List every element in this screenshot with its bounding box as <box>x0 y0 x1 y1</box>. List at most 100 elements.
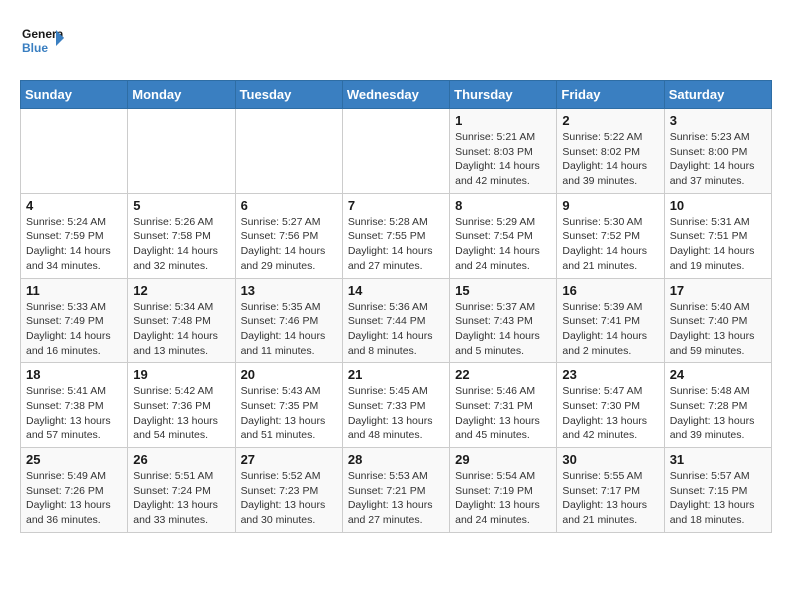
calendar-week-row: 4 Sunrise: 5:24 AMSunset: 7:59 PMDaylight… <box>21 193 772 278</box>
calendar-cell: 29 Sunrise: 5:54 AMSunset: 7:19 PMDayligh… <box>450 448 557 533</box>
day-number: 26 <box>133 452 229 467</box>
day-info: Sunrise: 5:43 AMSunset: 7:35 PMDaylight:… <box>241 384 337 443</box>
calendar-cell: 9Sunrise: 5:30 AMSunset: 7:52 PMDaylight… <box>557 193 664 278</box>
day-info: Sunrise: 5:31 AMSunset: 7:51 PMDaylight:… <box>670 215 766 274</box>
day-info: Sunrise: 5:22 AMSunset: 8:02 PMDaylight:… <box>562 130 658 189</box>
day-info: Sunrise: 5:35 AMSunset: 7:46 PMDaylight:… <box>241 300 337 359</box>
day-info: Sunrise: 5:49 AMSunset: 7:26 PMDaylight:… <box>26 469 122 528</box>
calendar-cell: 19Sunrise: 5:42 AMSunset: 7:36 PMDayligh… <box>128 363 235 448</box>
calendar-cell: 2 Sunrise: 5:22 AMSunset: 8:02 PMDaylight… <box>557 109 664 194</box>
day-number: 7 <box>348 198 444 213</box>
day-info: Sunrise: 5:26 AMSunset: 7:58 PMDaylight:… <box>133 215 229 274</box>
day-number: 20 <box>241 367 337 382</box>
calendar-cell: 15 Sunrise: 5:37 AMSunset: 7:43 PMDayligh… <box>450 278 557 363</box>
day-number: 1 <box>455 113 551 128</box>
day-info: Sunrise: 5:37 AMSunset: 7:43 PMDaylight:… <box>455 300 551 359</box>
day-info: Sunrise: 5:55 AMSunset: 7:17 PMDaylight:… <box>562 469 658 528</box>
calendar-cell: 21 Sunrise: 5:45 AMSunset: 7:33 PMDayligh… <box>342 363 449 448</box>
calendar-cell <box>235 109 342 194</box>
day-number: 23 <box>562 367 658 382</box>
day-number: 9 <box>562 198 658 213</box>
day-info: Sunrise: 5:51 AMSunset: 7:24 PMDaylight:… <box>133 469 229 528</box>
day-number: 6 <box>241 198 337 213</box>
calendar-cell: 3 Sunrise: 5:23 AMSunset: 8:00 PMDaylight… <box>664 109 771 194</box>
calendar-cell: 24 Sunrise: 5:48 AMSunset: 7:28 PMDayligh… <box>664 363 771 448</box>
calendar-cell: 25Sunrise: 5:49 AMSunset: 7:26 PMDayligh… <box>21 448 128 533</box>
day-number: 3 <box>670 113 766 128</box>
calendar-cell: 16Sunrise: 5:39 AMSunset: 7:41 PMDayligh… <box>557 278 664 363</box>
calendar-week-row: 11Sunrise: 5:33 AMSunset: 7:49 PMDayligh… <box>21 278 772 363</box>
day-info: Sunrise: 5:53 AMSunset: 7:21 PMDaylight:… <box>348 469 444 528</box>
calendar-cell <box>21 109 128 194</box>
calendar-cell: 22 Sunrise: 5:46 AMSunset: 7:31 PMDayligh… <box>450 363 557 448</box>
calendar-cell: 27 Sunrise: 5:52 AMSunset: 7:23 PMDayligh… <box>235 448 342 533</box>
calendar-cell: 12 Sunrise: 5:34 AMSunset: 7:48 PMDayligh… <box>128 278 235 363</box>
svg-text:Blue: Blue <box>22 41 48 55</box>
calendar-cell: 1 Sunrise: 5:21 AMSunset: 8:03 PMDaylight… <box>450 109 557 194</box>
calendar-body: 1 Sunrise: 5:21 AMSunset: 8:03 PMDaylight… <box>21 109 772 533</box>
calendar-cell: 5 Sunrise: 5:26 AMSunset: 7:58 PMDaylight… <box>128 193 235 278</box>
day-info: Sunrise: 5:48 AMSunset: 7:28 PMDaylight:… <box>670 384 766 443</box>
day-number: 17 <box>670 283 766 298</box>
calendar-cell: 30 Sunrise: 5:55 AMSunset: 7:17 PMDayligh… <box>557 448 664 533</box>
weekday-header-thursday: Thursday <box>450 81 557 109</box>
day-number: 5 <box>133 198 229 213</box>
day-info: Sunrise: 5:27 AMSunset: 7:56 PMDaylight:… <box>241 215 337 274</box>
calendar-cell: 8Sunrise: 5:29 AMSunset: 7:54 PMDaylight… <box>450 193 557 278</box>
logo: General Blue <box>20 20 64 64</box>
day-number: 29 <box>455 452 551 467</box>
calendar-cell: 11Sunrise: 5:33 AMSunset: 7:49 PMDayligh… <box>21 278 128 363</box>
day-info: Sunrise: 5:54 AMSunset: 7:19 PMDaylight:… <box>455 469 551 528</box>
calendar-cell: 20 Sunrise: 5:43 AMSunset: 7:35 PMDayligh… <box>235 363 342 448</box>
day-info: Sunrise: 5:47 AMSunset: 7:30 PMDaylight:… <box>562 384 658 443</box>
day-info: Sunrise: 5:24 AMSunset: 7:59 PMDaylight:… <box>26 215 122 274</box>
weekday-header-monday: Monday <box>128 81 235 109</box>
day-number: 31 <box>670 452 766 467</box>
calendar-cell: 18Sunrise: 5:41 AMSunset: 7:38 PMDayligh… <box>21 363 128 448</box>
day-number: 2 <box>562 113 658 128</box>
day-number: 22 <box>455 367 551 382</box>
calendar-cell: 23 Sunrise: 5:47 AMSunset: 7:30 PMDayligh… <box>557 363 664 448</box>
day-number: 4 <box>26 198 122 213</box>
day-number: 14 <box>348 283 444 298</box>
day-info: Sunrise: 5:52 AMSunset: 7:23 PMDaylight:… <box>241 469 337 528</box>
day-info: Sunrise: 5:34 AMSunset: 7:48 PMDaylight:… <box>133 300 229 359</box>
calendar-cell: 26 Sunrise: 5:51 AMSunset: 7:24 PMDayligh… <box>128 448 235 533</box>
weekday-header-row: SundayMondayTuesdayWednesdayThursdayFrid… <box>21 81 772 109</box>
day-number: 27 <box>241 452 337 467</box>
day-number: 28 <box>348 452 444 467</box>
day-number: 21 <box>348 367 444 382</box>
day-info: Sunrise: 5:23 AMSunset: 8:00 PMDaylight:… <box>670 130 766 189</box>
day-info: Sunrise: 5:45 AMSunset: 7:33 PMDaylight:… <box>348 384 444 443</box>
calendar-cell <box>128 109 235 194</box>
day-info: Sunrise: 5:28 AMSunset: 7:55 PMDaylight:… <box>348 215 444 274</box>
calendar-table: SundayMondayTuesdayWednesdayThursdayFrid… <box>20 80 772 533</box>
weekday-header-friday: Friday <box>557 81 664 109</box>
calendar-week-row: 1 Sunrise: 5:21 AMSunset: 8:03 PMDaylight… <box>21 109 772 194</box>
day-number: 13 <box>241 283 337 298</box>
calendar-cell: 31 Sunrise: 5:57 AMSunset: 7:15 PMDayligh… <box>664 448 771 533</box>
calendar-cell: 6 Sunrise: 5:27 AMSunset: 7:56 PMDaylight… <box>235 193 342 278</box>
calendar-week-row: 18Sunrise: 5:41 AMSunset: 7:38 PMDayligh… <box>21 363 772 448</box>
day-info: Sunrise: 5:46 AMSunset: 7:31 PMDaylight:… <box>455 384 551 443</box>
weekday-header-saturday: Saturday <box>664 81 771 109</box>
calendar-cell <box>342 109 449 194</box>
calendar-cell: 28 Sunrise: 5:53 AMSunset: 7:21 PMDayligh… <box>342 448 449 533</box>
weekday-header-sunday: Sunday <box>21 81 128 109</box>
day-info: Sunrise: 5:57 AMSunset: 7:15 PMDaylight:… <box>670 469 766 528</box>
day-info: Sunrise: 5:36 AMSunset: 7:44 PMDaylight:… <box>348 300 444 359</box>
day-number: 12 <box>133 283 229 298</box>
day-number: 19 <box>133 367 229 382</box>
logo-icon: General Blue <box>20 20 64 64</box>
day-info: Sunrise: 5:21 AMSunset: 8:03 PMDaylight:… <box>455 130 551 189</box>
calendar-week-row: 25Sunrise: 5:49 AMSunset: 7:26 PMDayligh… <box>21 448 772 533</box>
day-number: 15 <box>455 283 551 298</box>
day-number: 18 <box>26 367 122 382</box>
calendar-cell: 13 Sunrise: 5:35 AMSunset: 7:46 PMDayligh… <box>235 278 342 363</box>
calendar-cell: 17Sunrise: 5:40 AMSunset: 7:40 PMDayligh… <box>664 278 771 363</box>
calendar-cell: 7 Sunrise: 5:28 AMSunset: 7:55 PMDaylight… <box>342 193 449 278</box>
day-info: Sunrise: 5:29 AMSunset: 7:54 PMDaylight:… <box>455 215 551 274</box>
day-number: 30 <box>562 452 658 467</box>
day-number: 24 <box>670 367 766 382</box>
weekday-header-wednesday: Wednesday <box>342 81 449 109</box>
